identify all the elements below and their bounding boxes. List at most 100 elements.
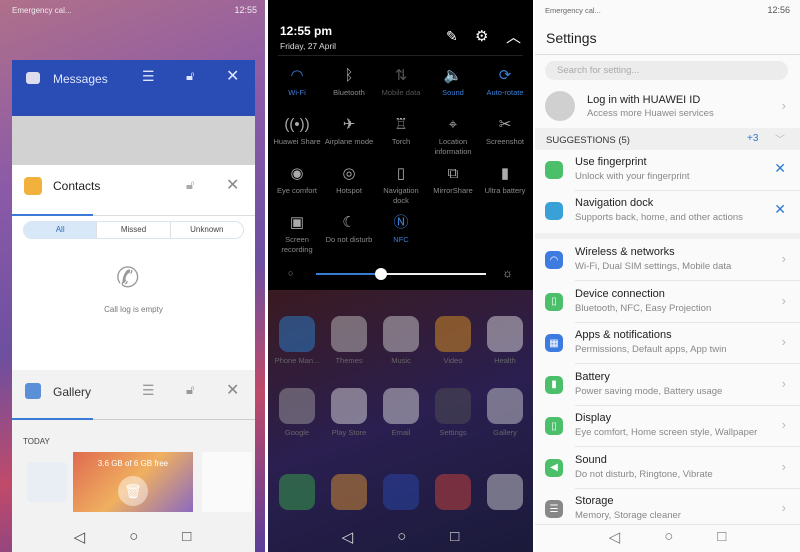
tile-label: Mobile data — [381, 88, 421, 97]
storage-indicator: 3.6 GB of 6 GB free — [97, 459, 169, 468]
split-screen-icon[interactable]: ☰ — [142, 68, 155, 85]
close-icon[interactable]: ✕ — [226, 380, 239, 400]
app-icon[interactable]: Gallery — [479, 388, 531, 437]
tile-bluetooth[interactable]: ᛒ Bluetooth — [323, 66, 375, 98]
tile-navigation-dock[interactable]: ▯ Navigation dock — [375, 164, 427, 206]
tile-sound[interactable]: 🔈 Sound — [427, 66, 479, 98]
app-label: Phone Man... — [274, 356, 320, 365]
suggestion-item[interactable]: Use fingerprint Unlock with your fingerpr… — [535, 150, 800, 191]
lock-icon[interactable]: 🔓︎ — [186, 177, 194, 193]
back-button[interactable]: ◁ — [74, 528, 86, 546]
brightness-slider[interactable] — [316, 268, 486, 280]
app-icon[interactable]: Music — [375, 316, 427, 365]
app-icon[interactable]: Google — [271, 388, 323, 437]
settings-item-battery[interactable]: ▮ Battery Power saving mode, Battery usage… — [535, 365, 800, 406]
recents-button[interactable]: □ — [450, 528, 459, 546]
tile-location-information[interactable]: ⌖ Location information — [427, 115, 479, 157]
split-screen-icon[interactable]: ☰ — [142, 382, 155, 399]
app-label: Music — [391, 356, 411, 365]
brightness-thumb[interactable] — [374, 268, 387, 280]
mirrorshare-icon: ⧉ — [447, 165, 459, 182]
dock-app-icon[interactable] — [427, 474, 479, 514]
tile-label: Bluetooth — [333, 88, 365, 97]
eye-icon: ◉ — [290, 165, 304, 182]
dismiss-icon[interactable]: ✕ — [774, 201, 786, 218]
empty-call-log: Call log is empty — [104, 305, 163, 314]
home-button[interactable]: ○ — [664, 528, 673, 546]
huawei-id-login[interactable]: Log in with HUAWEI ID Access more Huawei… — [535, 87, 800, 127]
tile-label: Navigation dock — [383, 186, 419, 205]
app-icon[interactable]: Settings — [427, 388, 479, 437]
app-icon[interactable]: Phone Man... — [271, 316, 323, 365]
tile-auto-rotate[interactable]: ⟳ Auto-rotate — [479, 66, 531, 98]
close-icon[interactable]: ✕ — [226, 175, 239, 195]
gallery-thumbnail[interactable] — [27, 462, 67, 502]
settings-item-display[interactable]: ▯ Display Eye comfort, Home screen style, … — [535, 406, 800, 447]
navigation-bar: ◁ ○ □ — [535, 528, 800, 546]
item-title: Battery — [575, 370, 610, 383]
close-icon[interactable]: ✕ — [226, 66, 239, 86]
app-icon[interactable]: Play Store — [323, 388, 375, 437]
home-button[interactable]: ○ — [397, 528, 406, 546]
tile-torch[interactable]: ♖ Torch — [375, 115, 427, 147]
dock-app-icon[interactable] — [323, 474, 375, 514]
app-icon[interactable]: Themes — [323, 316, 375, 365]
tile-airplane-mode[interactable]: ✈ Airplane mode — [323, 115, 375, 147]
tile-do-not-disturb[interactable]: ☾ Do not disturb — [323, 213, 375, 245]
tile-ultra-battery[interactable]: ▮ Ultra battery — [479, 164, 531, 196]
back-button[interactable]: ◁ — [342, 528, 354, 546]
date[interactable]: Friday, 27 April — [280, 41, 336, 51]
home-button[interactable]: ○ — [129, 528, 138, 546]
dock-app-icon[interactable] — [271, 474, 323, 514]
edit-icon[interactable]: ✎ — [446, 28, 458, 45]
tile-screenshot[interactable]: ✂ Screenshot — [479, 115, 531, 147]
app-label: Gallery — [493, 428, 517, 437]
chevron-right-icon: › — [781, 500, 786, 515]
tab-unknown[interactable]: Unknown — [169, 222, 243, 238]
torch-icon: ♖ — [394, 116, 408, 133]
tile-hotspot[interactable]: ◎ Hotspot — [323, 164, 375, 196]
settings-item-wireless-networks[interactable]: ◠ Wireless & networks Wi-Fi, Dual SIM sett… — [535, 240, 800, 281]
gallery-thumbnail[interactable] — [202, 452, 252, 512]
back-button[interactable]: ◁ — [609, 528, 621, 546]
suggestion-item[interactable]: Navigation dock Supports back, home, and … — [535, 191, 800, 232]
recents-button[interactable]: □ — [182, 528, 191, 546]
brightness-low-icon: ○ — [288, 268, 294, 278]
tile-nfc[interactable]: Ⓝ NFC — [375, 213, 427, 245]
app-icon[interactable]: Health — [479, 316, 531, 365]
tile-huawei-share[interactable]: ((•)) Huawei Share — [271, 115, 323, 147]
collapse-icon[interactable]: ︿ — [506, 26, 521, 47]
search-input[interactable]: Search for setting... — [545, 61, 788, 80]
lock-icon[interactable]: 🔓︎ — [186, 68, 194, 84]
settings-item-device-connection[interactable]: ▯ Device connection Bluetooth, NFC, Easy P… — [535, 282, 800, 323]
tab-all[interactable]: All — [24, 222, 97, 238]
app-icon[interactable]: Email — [375, 388, 427, 437]
tile-wi-fi[interactable]: ◠ Wi-Fi — [271, 66, 323, 98]
auto-brightness-icon[interactable]: ☼ — [502, 266, 513, 280]
dock-app-icon[interactable] — [479, 474, 531, 514]
dismiss-icon[interactable]: ✕ — [774, 160, 786, 177]
lock-icon[interactable]: 🔓︎ — [186, 382, 194, 398]
item-subtitle: Wi-Fi, Dual SIM settings, Mobile data — [575, 261, 732, 272]
app-icon[interactable]: Video — [427, 316, 479, 365]
gear-icon[interactable]: ⚙ — [475, 27, 488, 45]
status-carrier: Emergency cal... — [12, 6, 72, 15]
chevron-right-icon: › — [781, 98, 786, 113]
dock-app-icon[interactable] — [375, 474, 427, 514]
tile-screen-recording[interactable]: ▣ Screen recording — [271, 213, 323, 255]
contacts-card[interactable]: Contacts 🔓︎ ✕ All Missed Unknown ✆ Call … — [12, 165, 255, 370]
settings-item-apps-notifications[interactable]: ▦ Apps & notifications Permissions, Defaul… — [535, 323, 800, 364]
chevron-down-icon[interactable]: ﹀ — [775, 131, 785, 146]
tile-eye-comfort[interactable]: ◉ Eye comfort — [271, 164, 323, 196]
suggestions-header[interactable]: SUGGESTIONS (5) +3 ﹀ — [535, 128, 800, 150]
trash-icon[interactable]: 🗑︎ — [118, 476, 148, 506]
contacts-title: Contacts — [53, 179, 101, 193]
airplane-icon: ✈ — [342, 116, 356, 133]
messages-card[interactable]: Messages ☰ 🔓︎ ✕ — [12, 60, 255, 116]
gallery-card[interactable]: Gallery ☰ 🔓︎ ✕ TODAY 3.6 GB of 6 GB free… — [12, 370, 255, 552]
tile-mobile-data[interactable]: ⇅ Mobile data — [375, 66, 427, 98]
recents-button[interactable]: □ — [717, 528, 726, 546]
tile-mirrorshare[interactable]: ⧉ MirrorShare — [427, 164, 479, 196]
tab-missed[interactable]: Missed — [96, 222, 169, 238]
settings-item-sound[interactable]: ◀ Sound Do not disturb, Ringtone, Vibrate › — [535, 448, 800, 489]
